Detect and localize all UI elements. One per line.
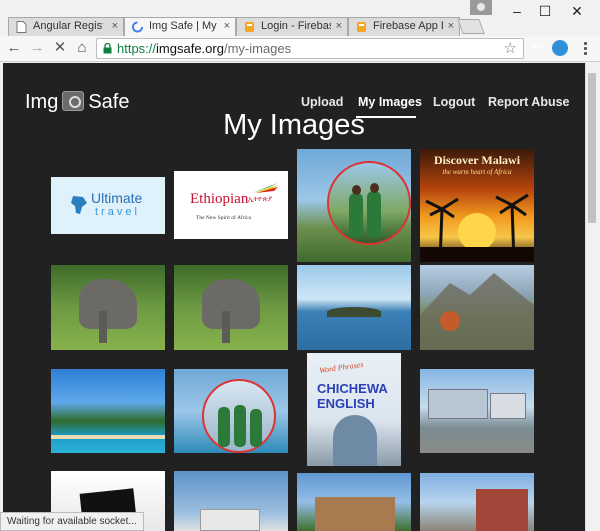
image-ultimate-travel[interactable]: Ultimate travel <box>51 177 165 234</box>
adblock-label: ABP <box>530 45 544 51</box>
book-title-line1: CHICHEWA <box>317 381 388 396</box>
image-mountain-village[interactable] <box>420 265 534 350</box>
tab-img-safe[interactable]: Img Safe | My Ima × <box>124 17 236 36</box>
elephant-trunk <box>99 311 107 343</box>
elephant-trunk <box>222 311 230 343</box>
url-scheme: https:// <box>117 41 157 56</box>
image-discover-malawi[interactable]: Discover Malawi the warm heart of Africa <box>420 149 534 262</box>
building <box>428 389 488 419</box>
ethiopian-script: ኢትዮጵያ <box>248 195 273 203</box>
image-lake-boats[interactable] <box>297 265 411 350</box>
tab-title: Angular Registrati <box>33 20 103 32</box>
person-icon <box>477 3 485 11</box>
circle-frame <box>202 379 276 453</box>
tab-title: Img Safe | My Ima <box>149 20 219 32</box>
stop-button[interactable]: ✕ <box>51 39 69 57</box>
tab-login-firebase[interactable]: Login - Firebase × <box>236 17 348 36</box>
close-window-button[interactable]: ✕ <box>563 3 591 21</box>
address-bar[interactable]: https://imgsafe.org/my-images ☆ <box>96 38 524 59</box>
image-elephant-1[interactable] <box>51 265 165 350</box>
crew-figure <box>367 191 381 237</box>
building <box>200 509 260 531</box>
image-ethiopian-airlines[interactable]: Ethiopian ኢትዮጵያ The New Spirit of Africa <box>174 171 288 239</box>
firebase-icon <box>245 22 254 32</box>
tab-close-icon[interactable]: × <box>224 18 230 35</box>
image-coastline[interactable] <box>51 369 165 453</box>
firebase-icon <box>357 22 366 32</box>
lock-icon <box>103 43 112 54</box>
nav-logout[interactable]: Logout <box>433 95 475 109</box>
minimize-button[interactable]: – <box>503 3 531 21</box>
nav-upload[interactable]: Upload <box>301 95 343 109</box>
crew-head <box>370 183 379 193</box>
elephant-body <box>202 279 260 329</box>
africa-map-logo <box>71 196 87 214</box>
tab-title: Firebase App Das <box>373 20 443 32</box>
building <box>490 393 526 419</box>
book-title-line2: ENGLISH <box>317 396 375 411</box>
image-crew-coast[interactable] <box>174 369 288 453</box>
maximize-button[interactable]: ☐ <box>531 3 559 21</box>
url-host: imgsafe.org <box>156 41 224 56</box>
image-city-buildings[interactable] <box>420 369 534 453</box>
image-street-view[interactable] <box>420 473 534 531</box>
tab-title: Login - Firebase <box>261 20 331 32</box>
book-subtitle: Word Phrases <box>318 359 364 376</box>
url-text: https://imgsafe.org/my-images <box>117 41 291 56</box>
mountain-shape <box>420 273 534 350</box>
ethiopian-word: Ethiopian <box>190 191 249 207</box>
image-chichewa-book[interactable]: Word Phrases CHICHEWA ENGLISH <box>307 353 401 466</box>
adblock-plus-icon[interactable]: ABP <box>529 40 545 56</box>
backpack-figure <box>333 415 377 466</box>
image-flags-building[interactable] <box>174 471 288 531</box>
bookmark-star-icon[interactable]: ☆ <box>504 39 517 57</box>
elephant-body <box>79 279 137 329</box>
tab-close-icon[interactable]: × <box>112 18 118 35</box>
safe-icon <box>62 91 85 111</box>
tab-firebase-app-dashboard[interactable]: Firebase App Das × <box>348 17 460 36</box>
page-title: My Images <box>223 109 365 141</box>
tab-angular-registration[interactable]: Angular Registrati × <box>8 17 124 36</box>
crew-figure <box>349 193 363 237</box>
page-viewport: Img Safe Upload My Images Logout Report A… <box>3 63 585 531</box>
browser-menu-icon[interactable] <box>578 40 592 56</box>
image-hotel-gardens[interactable] <box>297 473 411 531</box>
nav-my-images[interactable]: My Images <box>358 95 422 109</box>
crew-figure <box>218 407 230 447</box>
profile-button[interactable] <box>470 0 492 15</box>
ethiopian-wing-logo <box>252 183 278 193</box>
beach-strip <box>51 435 165 439</box>
ultimate-word: Ultimate <box>91 190 143 206</box>
home-button[interactable]: ⌂ <box>73 39 91 57</box>
image-crew-portrait[interactable] <box>297 149 411 262</box>
building <box>315 497 395 531</box>
back-button[interactable]: ← <box>5 39 23 57</box>
scrollbar-thumb[interactable] <box>588 73 596 223</box>
loading-spinner-icon <box>132 21 143 33</box>
tab-close-icon[interactable]: × <box>336 18 342 35</box>
ethiopian-tagline: The New Spirit of Africa <box>196 215 251 221</box>
extension-globe-icon[interactable] <box>552 40 568 56</box>
crew-head <box>352 185 361 195</box>
lake-island <box>327 307 381 317</box>
crew-figure <box>250 409 262 447</box>
travel-word: travel <box>95 206 140 218</box>
nav-report-abuse[interactable]: Report Abuse <box>488 95 570 109</box>
status-bar: Waiting for available socket... <box>0 512 144 531</box>
new-tab-button[interactable] <box>457 19 485 34</box>
tab-close-icon[interactable]: × <box>448 18 454 35</box>
crew-figure <box>234 405 246 447</box>
circle-frame <box>327 161 411 245</box>
image-elephant-2[interactable] <box>174 265 288 350</box>
forward-button[interactable]: → <box>28 39 46 57</box>
url-path: /my-images <box>223 41 292 56</box>
page-scrollbar[interactable] <box>585 63 597 531</box>
tab-strip: Angular Registrati × Img Safe | My Ima ×… <box>0 0 600 36</box>
building <box>476 489 528 531</box>
browser-toolbar: ← → ✕ ⌂ https://imgsafe.org/my-images ☆ … <box>0 36 600 62</box>
page-icon <box>16 21 27 33</box>
palm-trees <box>420 193 534 262</box>
